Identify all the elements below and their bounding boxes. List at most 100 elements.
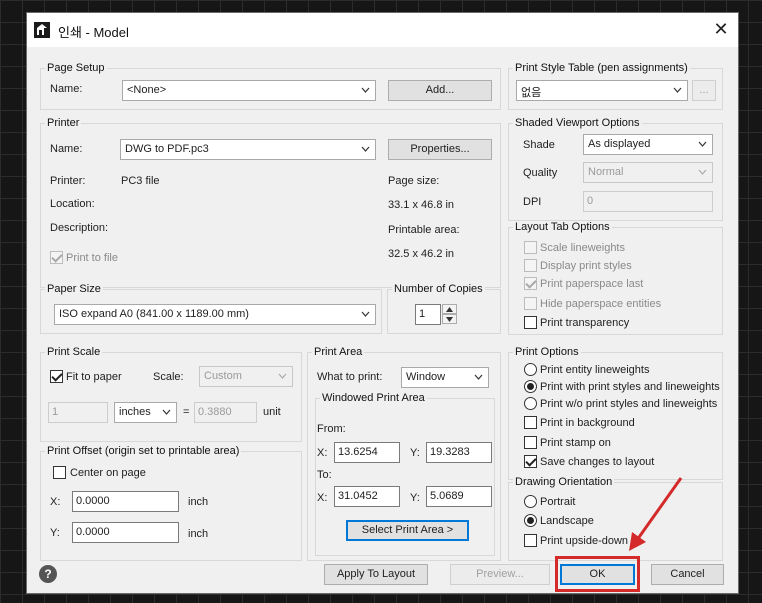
to-y-label: Y:	[410, 492, 420, 504]
print-in-background-checkbox[interactable]	[524, 416, 537, 429]
quality-select[interactable]: Normal	[583, 162, 713, 183]
print-transparency-label: Print transparency	[540, 317, 630, 329]
close-icon[interactable]: ✕	[710, 19, 732, 41]
print-style-table-select[interactable]: 없음	[516, 80, 688, 101]
print-to-file-checkbox[interactable]	[50, 251, 63, 264]
layout-tab-options-legend: Layout Tab Options	[513, 221, 612, 233]
page-setup-legend: Page Setup	[45, 62, 107, 74]
to-x-input[interactable]: 31.0452	[334, 486, 400, 507]
print-transparency-checkbox[interactable]	[524, 316, 537, 329]
offset-x-unit: inch	[188, 496, 209, 508]
scale-lineweights-checkbox[interactable]	[524, 241, 537, 254]
print-options-group: Print Options Print entity lineweights P…	[508, 346, 723, 480]
add-page-setup-button[interactable]: Add...	[388, 80, 492, 101]
print-paperspace-last-checkbox[interactable]	[524, 277, 537, 290]
page-setup-name-select[interactable]: <None>	[122, 80, 376, 101]
preview-button[interactable]: Preview...	[450, 564, 550, 585]
paper-size-legend: Paper Size	[45, 283, 103, 295]
portrait-label: Portrait	[540, 496, 576, 508]
printer-legend: Printer	[45, 117, 82, 129]
scale-units-value: inches	[119, 406, 151, 418]
chevron-down-icon	[361, 146, 370, 152]
drawing-orientation-legend: Drawing Orientation	[513, 476, 615, 488]
print-to-file-label: Print to file	[66, 252, 118, 264]
ok-highlight-box	[555, 556, 640, 592]
print-style-table-legend: Print Style Table (pen assignments)	[513, 62, 690, 74]
what-to-print-select[interactable]: Window	[401, 367, 489, 388]
printer-properties-button[interactable]: Properties...	[388, 139, 492, 160]
windowed-print-area-legend: Windowed Print Area	[320, 392, 427, 404]
shade-label: Shade	[523, 139, 555, 151]
paper-size-select[interactable]: ISO expand A0 (841.00 x 1189.00 mm)	[54, 304, 376, 325]
offset-y-label: Y:	[50, 527, 60, 539]
apply-to-layout-button[interactable]: Apply To Layout	[324, 564, 428, 585]
title-bar: 인쇄 - Model ✕	[27, 13, 738, 47]
help-icon[interactable]: ?	[39, 565, 57, 583]
to-x-label: X:	[317, 492, 328, 504]
caret-up-icon	[446, 307, 453, 312]
portrait-radio[interactable]	[524, 495, 537, 508]
windowed-print-area-group: Windowed Print Area From: X: 13.6254 Y: …	[315, 392, 495, 556]
printer-location-label: Location:	[50, 198, 95, 210]
print-with-styles-radio[interactable]	[524, 380, 537, 393]
scale-select[interactable]: Custom	[199, 366, 293, 387]
from-y-input[interactable]: 19.3283	[426, 442, 492, 463]
print-with-styles-label: Print with print styles and lineweights	[540, 381, 720, 393]
print-options-legend: Print Options	[513, 346, 581, 358]
chevron-down-icon	[698, 169, 707, 175]
offset-x-input[interactable]: 0.0000	[72, 491, 179, 512]
offset-y-input[interactable]: 0.0000	[72, 522, 179, 543]
center-on-page-checkbox[interactable]	[53, 466, 66, 479]
print-without-styles-label: Print w/o print styles and lineweights	[540, 398, 718, 410]
chevron-down-icon	[278, 373, 287, 379]
printer-name-select[interactable]: DWG to PDF.pc3	[120, 139, 376, 160]
chevron-down-icon	[673, 87, 682, 93]
copies-stepper[interactable]	[442, 304, 457, 325]
landscape-label: Landscape	[540, 515, 594, 527]
printer-group: Printer Name: DWG to PDF.pc3 Properties.…	[40, 117, 501, 288]
print-paperspace-last-label: Print paperspace last	[540, 278, 644, 290]
page-size-label: Page size:	[388, 175, 440, 187]
layout-tab-options-group: Layout Tab Options Scale lineweights Dis…	[508, 221, 723, 335]
print-entity-lineweights-radio[interactable]	[524, 363, 537, 376]
scale-paper-units-input[interactable]: 1	[48, 402, 108, 423]
print-stamp-on-label: Print stamp on	[540, 437, 611, 449]
scale-drawing-units-input[interactable]: 0.3880	[194, 402, 257, 423]
dpi-input[interactable]: 0	[583, 191, 713, 212]
print-stamp-on-checkbox[interactable]	[524, 436, 537, 449]
printer-type-value: PC3 file	[121, 175, 160, 187]
offset-y-unit: inch	[188, 528, 209, 540]
page-setup-group: Page Setup Name: <None> Add...	[40, 62, 501, 110]
edit-print-style-button[interactable]: ...	[692, 80, 716, 101]
select-print-area-button[interactable]: Select Print Area >	[346, 520, 469, 541]
red-arrow-annotation	[629, 477, 683, 551]
print-without-styles-radio[interactable]	[524, 397, 537, 410]
save-changes-to-layout-checkbox[interactable]	[524, 455, 537, 468]
quality-value: Normal	[588, 166, 624, 178]
printer-type-label: Printer:	[50, 175, 86, 187]
copies-decrement-button[interactable]	[442, 314, 457, 324]
scale-units-select[interactable]: inches	[114, 402, 177, 423]
hide-paperspace-entities-checkbox[interactable]	[524, 297, 537, 310]
caret-down-icon	[446, 317, 453, 322]
from-x-input[interactable]: 13.6254	[334, 442, 400, 463]
shade-value: As displayed	[588, 138, 651, 150]
display-print-styles-checkbox[interactable]	[524, 259, 537, 272]
copies-increment-button[interactable]	[442, 304, 457, 314]
printer-name-value: DWG to PDF.pc3	[125, 143, 209, 155]
page-setup-name-value: <None>	[127, 84, 167, 96]
landscape-radio[interactable]	[524, 514, 537, 527]
print-upside-down-checkbox[interactable]	[524, 534, 537, 547]
from-label: From:	[317, 423, 346, 435]
print-offset-group: Print Offset (origin set to printable ar…	[40, 445, 302, 561]
app-logo-icon	[34, 22, 50, 38]
copies-input[interactable]: 1	[415, 304, 441, 325]
cancel-button[interactable]: Cancel	[651, 564, 724, 585]
shade-select[interactable]: As displayed	[583, 134, 713, 155]
to-y-input[interactable]: 5.0689	[426, 486, 492, 507]
to-label: To:	[317, 469, 332, 481]
scale-unit-label: unit	[263, 406, 281, 418]
paper-size-value: ISO expand A0 (841.00 x 1189.00 mm)	[59, 308, 249, 320]
fit-to-paper-checkbox[interactable]	[50, 370, 63, 383]
page-size-value: 33.1 x 46.8 in	[388, 199, 455, 211]
